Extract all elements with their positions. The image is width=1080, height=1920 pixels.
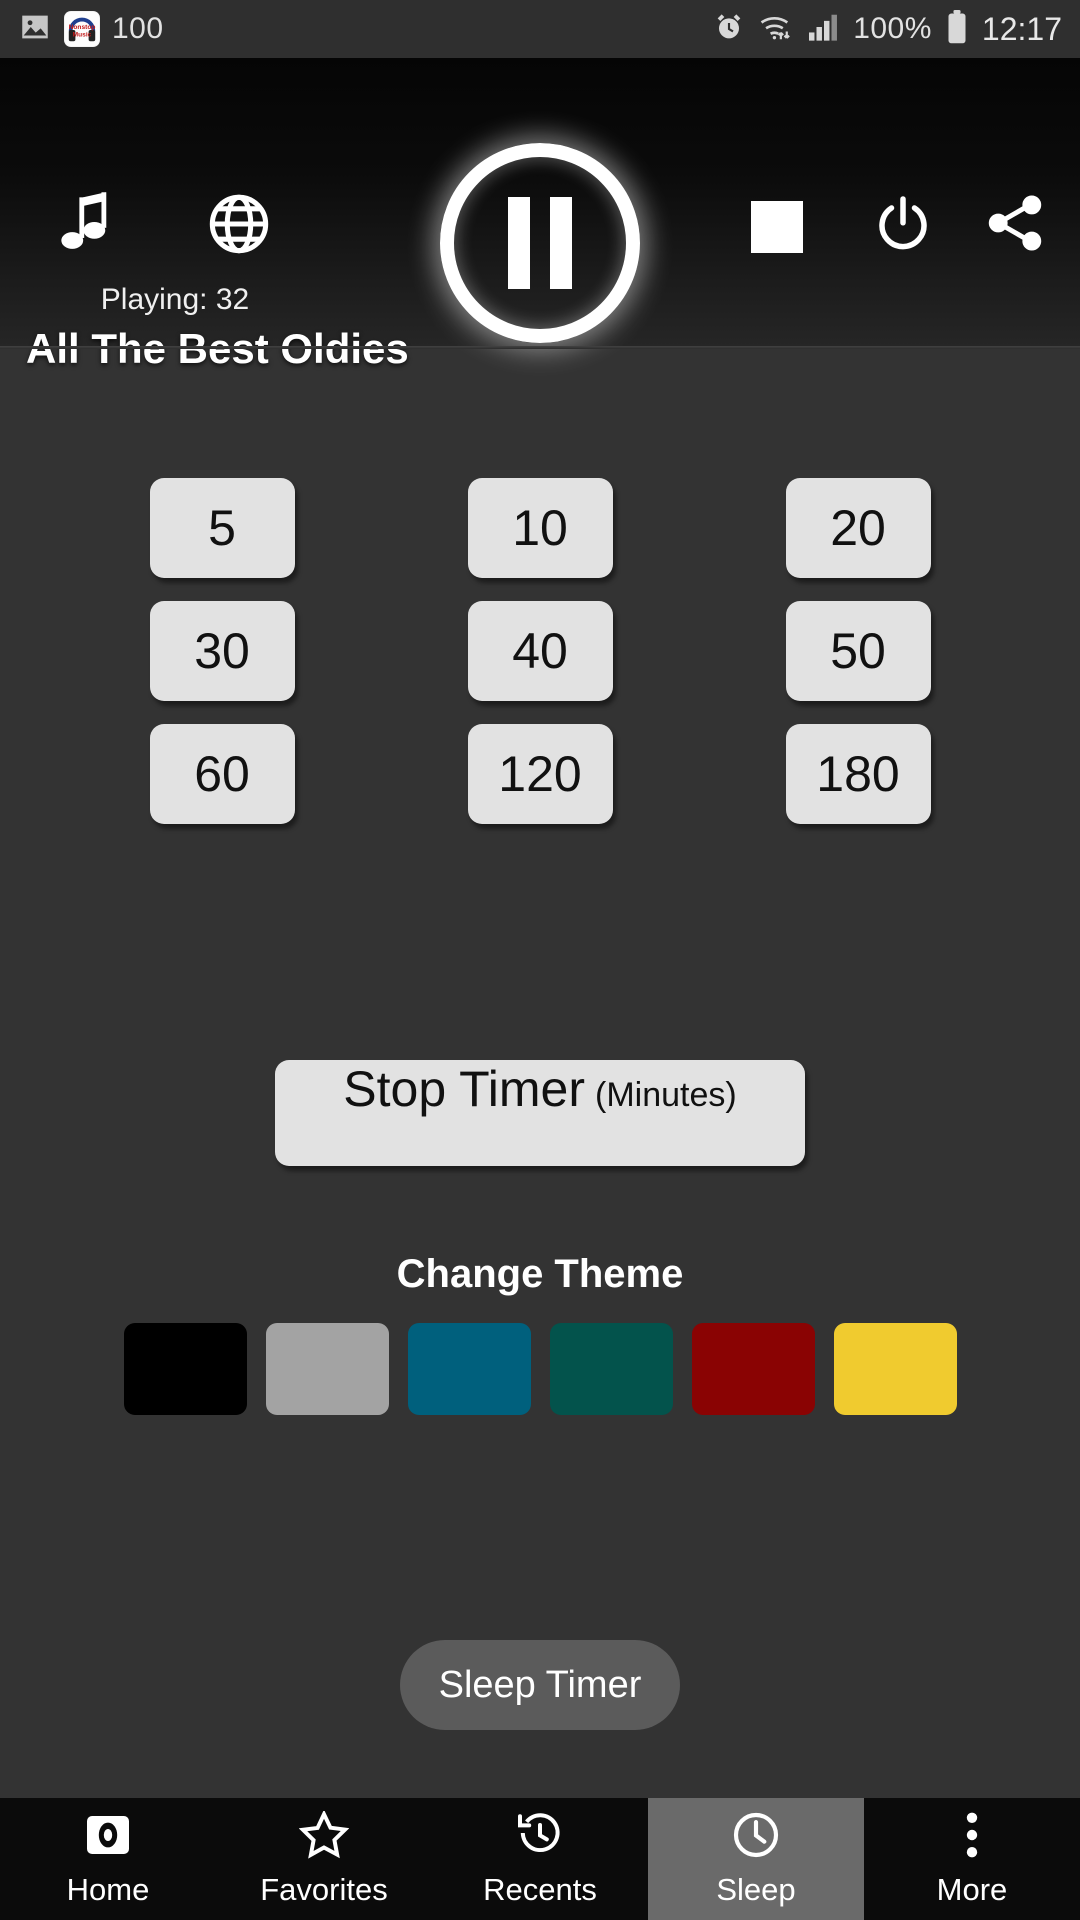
bottom-navigation: Home Favorites Recents Sleep More (0, 1798, 1080, 1920)
timer-button-30[interactable]: 30 (149, 601, 295, 701)
stop-timer-unit: (Minutes) (595, 1076, 737, 1114)
timer-row: 30 40 50 (0, 601, 1080, 701)
status-bar-clock: 12:17 (981, 10, 1062, 47)
timer-grid: 5 10 20 30 40 50 60 120 180 (0, 478, 1080, 824)
playing-count-label: Playing: 32 (100, 283, 250, 316)
nav-label-favorites: Favorites (260, 1872, 388, 1907)
status-bar: Nonstop Music 100 100% 12:17 (0, 0, 1080, 58)
nav-label-more: More (936, 1872, 1008, 1907)
timer-button-180[interactable]: 180 (785, 724, 931, 824)
nav-item-home[interactable]: Home (0, 1798, 216, 1920)
nav-item-favorites[interactable]: Favorites (216, 1798, 432, 1920)
alarm-clock-icon (713, 11, 745, 48)
nav-item-sleep[interactable]: Sleep (648, 1798, 864, 1920)
theme-swatch-blue[interactable] (407, 1323, 531, 1415)
sleep-timer-pill-label: Sleep Timer (438, 1663, 642, 1706)
cell-signal-icon (809, 13, 839, 46)
svg-text:Nonstop: Nonstop (69, 24, 96, 31)
timer-button-50[interactable]: 50 (785, 601, 931, 701)
image-icon (18, 10, 52, 49)
clock-icon (731, 1810, 781, 1860)
theme-swatch-yellow[interactable] (833, 1323, 957, 1415)
timer-button-120[interactable]: 120 (467, 724, 613, 824)
status-bar-left: Nonstop Music 100 (18, 10, 164, 49)
theme-swatch-red[interactable] (691, 1323, 815, 1415)
stop-timer-button[interactable]: Stop Timer (Minutes) (275, 1060, 805, 1166)
svg-text:Music: Music (73, 32, 92, 39)
timer-button-5[interactable]: 5 (149, 478, 295, 578)
theme-swatch-gray[interactable] (265, 1323, 389, 1415)
notification-count: 100 (112, 12, 164, 45)
nav-item-more[interactable]: More (864, 1798, 1080, 1920)
share-icon[interactable] (982, 190, 1048, 256)
radio-icon (84, 1810, 132, 1860)
wifi-icon (759, 12, 795, 47)
battery-percent: 100% (853, 12, 932, 45)
nonstop-music-icon: Nonstop Music (64, 11, 100, 47)
pause-bar-right (550, 197, 572, 289)
header-divider (0, 346, 1080, 349)
theme-swatch-green[interactable] (549, 1323, 673, 1415)
history-clock-icon (515, 1810, 565, 1860)
status-bar-right: 100% 12:17 (713, 9, 1062, 49)
nav-label-recents: Recents (483, 1872, 597, 1907)
timer-row: 5 10 20 (0, 478, 1080, 578)
power-icon[interactable] (872, 193, 934, 255)
overflow-menu-icon (963, 1810, 981, 1860)
sleep-timer-pill[interactable]: Sleep Timer (400, 1640, 680, 1730)
timer-button-40[interactable]: 40 (467, 601, 613, 701)
theme-swatch-black[interactable] (123, 1323, 247, 1415)
stop-timer-label: Stop Timer (343, 1061, 586, 1117)
theme-swatches (0, 1323, 1080, 1415)
timer-button-60[interactable]: 60 (149, 724, 295, 824)
battery-full-icon (946, 9, 968, 49)
globe-icon[interactable] (205, 190, 273, 258)
change-theme-title: Change Theme (396, 1252, 684, 1296)
stop-square-icon[interactable] (748, 198, 806, 256)
nav-item-recents[interactable]: Recents (432, 1798, 648, 1920)
nav-label-home: Home (66, 1872, 150, 1907)
timer-button-10[interactable]: 10 (467, 478, 613, 578)
timer-row: 60 120 180 (0, 724, 1080, 824)
pause-bar-left (508, 197, 530, 289)
nav-label-sleep: Sleep (716, 1872, 796, 1907)
player-header: Playing: 32 (0, 58, 1080, 348)
station-title: All The Best Oldies (26, 325, 409, 372)
app-root: Nonstop Music 100 100% 12:17 Playing: 32… (0, 0, 1080, 1920)
pause-circle-icon[interactable] (440, 143, 640, 343)
player-controls: Playing: 32 (0, 58, 1080, 343)
music-note-icon[interactable] (52, 188, 124, 260)
timer-button-20[interactable]: 20 (785, 478, 931, 578)
star-icon (299, 1810, 349, 1860)
